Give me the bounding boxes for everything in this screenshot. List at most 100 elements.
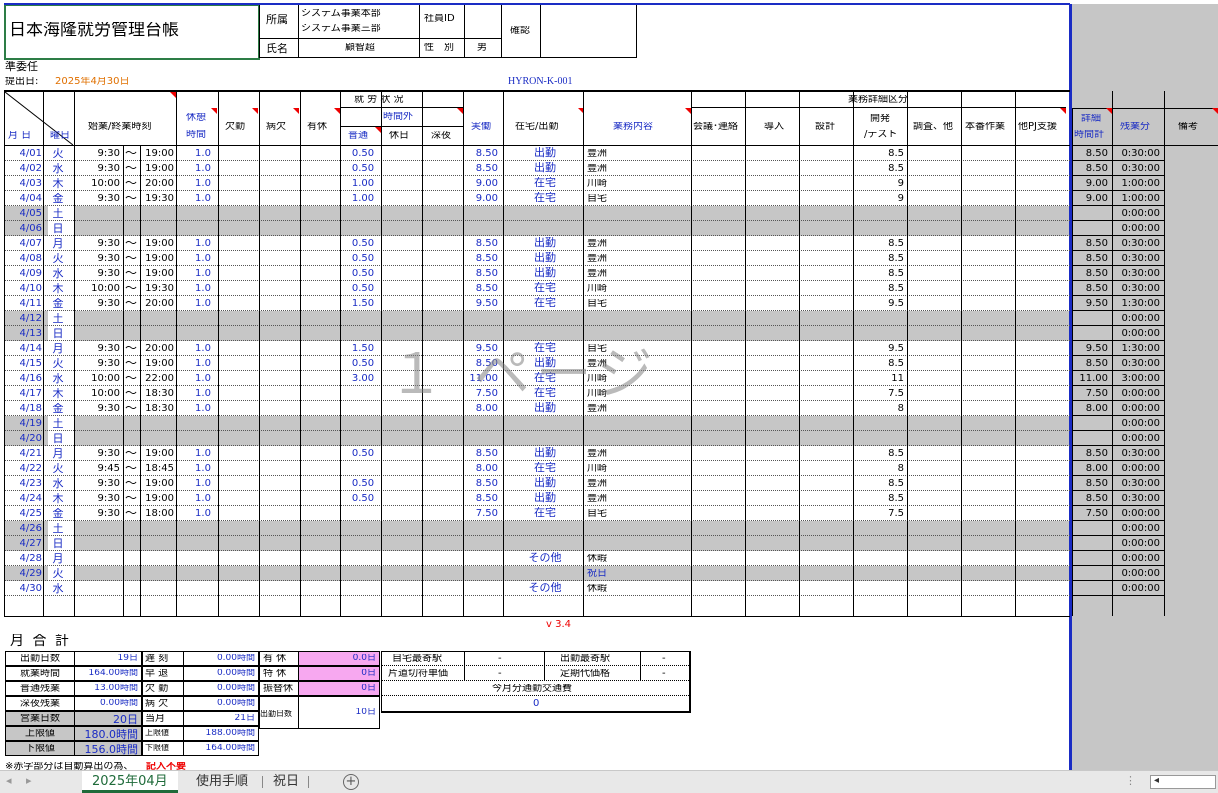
row-ot-normal[interactable]: 3.00 [342,374,384,384]
row-rest[interactable]: 1.0 [180,374,226,384]
confirm-stamp-cell[interactable] [540,4,637,58]
row-dev-hours[interactable]: 9 [858,179,904,189]
row-end-time[interactable]: 18:30 [140,389,174,399]
tab-holidays[interactable]: 祝日 [263,771,309,792]
row-rest[interactable]: 1.0 [180,494,226,504]
row-start-time[interactable]: 9:30 [78,449,120,459]
row-rest[interactable]: 1.0 [180,269,226,279]
row-ot-normal[interactable]: 1.00 [342,179,384,189]
row-rest[interactable]: 1.0 [180,149,226,159]
row-dev-hours[interactable]: 9 [858,194,904,204]
row-end-time[interactable]: 18:30 [140,404,174,414]
row-content[interactable]: 川崎 [587,284,677,294]
row-ot-normal[interactable]: 0.50 [342,284,384,294]
row-end-time[interactable]: 19:00 [140,239,174,249]
row-end-time[interactable]: 18:00 [140,509,174,519]
row-end-time[interactable]: 19:00 [140,494,174,504]
row-start-time[interactable]: 9:30 [78,494,120,504]
row-rest[interactable]: 1.0 [180,179,226,189]
row-end-time[interactable]: 19:00 [140,149,174,159]
row-location[interactable]: 在宅 [510,282,580,293]
station-home-value[interactable]: - [498,654,502,664]
tab-instructions[interactable]: 使用手順 [186,771,258,792]
row-start-time[interactable]: 9:30 [78,254,120,264]
row-rest[interactable]: 1.0 [180,194,226,204]
row-rest[interactable]: 1.0 [180,359,226,369]
row-content[interactable]: 休暇 [587,554,677,564]
row-dev-hours[interactable]: 9.5 [858,344,904,354]
row-location[interactable]: 在宅 [510,177,580,188]
row-location[interactable]: 出勤 [510,267,580,278]
row-location[interactable]: 在宅 [510,297,580,308]
row-end-time[interactable]: 19:00 [140,479,174,489]
row-content[interactable]: 豊洲 [587,149,677,159]
row-location[interactable]: 出勤 [510,237,580,248]
row-end-time[interactable]: 19:00 [140,164,174,174]
row-ot-normal[interactable]: 1.00 [342,194,384,204]
tab-scroll-right-icon[interactable]: ▸ [26,775,32,786]
row-rest[interactable]: 1.0 [180,389,226,399]
row-content[interactable]: 川崎 [587,179,677,189]
row-dev-hours[interactable]: 8 [858,464,904,474]
row-location[interactable]: その他 [510,582,580,593]
row-location[interactable]: 在宅 [510,192,580,203]
row-end-time[interactable]: 19:00 [140,449,174,459]
row-end-time[interactable]: 22:00 [140,374,174,384]
row-rest[interactable]: 1.0 [180,449,226,459]
row-start-time[interactable]: 9:30 [78,269,120,279]
row-dev-hours[interactable]: 8.5 [858,479,904,489]
row-ot-normal[interactable]: 1.50 [342,299,384,309]
row-end-time[interactable]: 19:30 [140,284,174,294]
row-start-time[interactable]: 9:30 [78,299,120,309]
row-content[interactable]: 豊洲 [587,269,677,279]
row-content[interactable]: 豊洲 [587,449,677,459]
row-ot-normal[interactable]: 0.50 [342,164,384,174]
row-dev-hours[interactable]: 7.5 [858,389,904,399]
row-content[interactable]: 豊洲 [587,494,677,504]
fare-value[interactable]: - [498,669,502,679]
row-location[interactable]: 在宅 [510,507,580,518]
submit-date[interactable]: 2025年4月30日 [55,77,130,87]
tab-more-icon[interactable]: ⋮ [1125,775,1136,786]
row-location[interactable]: 在宅 [510,462,580,473]
row-content[interactable]: 豊洲 [587,254,677,264]
row-end-time[interactable]: 20:00 [140,344,174,354]
row-start-time[interactable]: 9:30 [78,359,120,369]
row-dev-hours[interactable]: 8.5 [858,239,904,249]
row-content[interactable]: 川崎 [587,464,677,474]
row-start-time[interactable]: 9:45 [78,464,120,474]
row-ot-normal[interactable]: 0.50 [342,479,384,489]
row-dev-hours[interactable]: 9.5 [858,299,904,309]
row-start-time[interactable]: 10:00 [78,389,120,399]
row-ot-normal[interactable]: 0.50 [342,449,384,459]
row-content[interactable]: 豊洲 [587,404,677,414]
row-dev-hours[interactable]: 8.5 [858,494,904,504]
row-dev-hours[interactable]: 8.5 [858,164,904,174]
row-content[interactable]: 豊洲 [587,164,677,174]
row-ot-normal[interactable]: 0.50 [342,359,384,369]
row-ot-normal[interactable]: 0.50 [342,254,384,264]
row-dev-hours[interactable]: 7.5 [858,509,904,519]
row-start-time[interactable]: 10:00 [78,284,120,294]
row-content[interactable]: 休暇 [587,584,677,594]
row-content[interactable]: 豊洲 [587,479,677,489]
row-ot-normal[interactable]: 0.50 [342,239,384,249]
row-content[interactable]: 豊洲 [587,239,677,249]
row-rest[interactable]: 1.0 [180,344,226,354]
row-end-time[interactable]: 19:00 [140,254,174,264]
station-work-value[interactable]: - [662,654,666,664]
add-sheet-icon[interactable]: + [343,774,359,790]
row-start-time[interactable]: 9:30 [78,479,120,489]
row-content[interactable]: 自宅 [587,509,677,519]
row-end-time[interactable]: 19:00 [140,359,174,369]
row-rest[interactable]: 1.0 [180,164,226,174]
row-start-time[interactable]: 9:30 [78,404,120,414]
row-start-time[interactable]: 9:30 [78,509,120,519]
row-rest[interactable]: 1.0 [180,254,226,264]
row-end-time[interactable]: 20:00 [140,179,174,189]
empid-value-cell[interactable] [464,4,502,39]
row-location[interactable]: 出勤 [510,402,580,413]
row-dev-hours[interactable]: 8.5 [858,284,904,294]
row-rest[interactable]: 1.0 [180,284,226,294]
horizontal-scrollbar[interactable] [1150,775,1216,789]
